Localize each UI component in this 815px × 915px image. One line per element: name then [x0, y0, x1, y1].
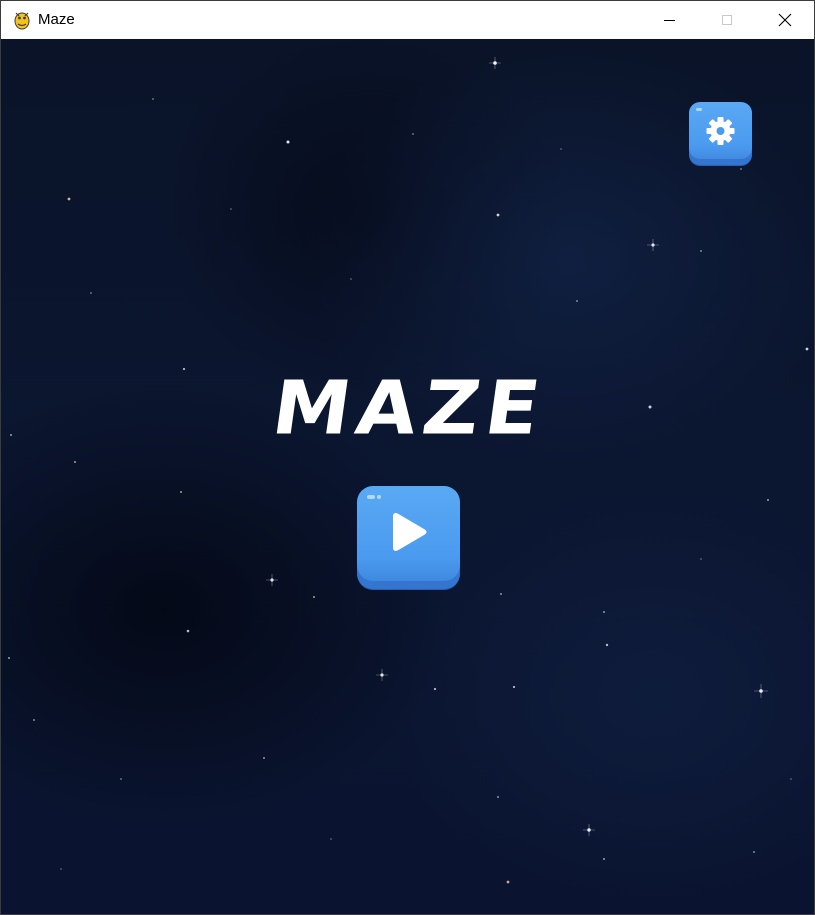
settings-button[interactable] [689, 102, 752, 165]
title-bar[interactable]: Maze [1, 1, 814, 39]
starfield-background [8, 57, 809, 884]
game-canvas[interactable]: MAZE [1, 39, 814, 914]
game-logo-title: MAZE [267, 366, 551, 452]
close-icon [778, 13, 792, 27]
play-button[interactable] [357, 486, 460, 589]
close-button[interactable] [756, 1, 814, 39]
gear-icon [706, 117, 735, 145]
window-title: Maze [38, 11, 75, 28]
minimize-icon [663, 19, 675, 21]
pygame-snake-icon [14, 12, 30, 30]
app-window: Maze MAZE [0, 0, 815, 915]
play-icon [393, 513, 427, 551]
maximize-icon [722, 15, 732, 25]
minimize-button[interactable] [640, 1, 698, 39]
maximize-button[interactable] [698, 1, 756, 39]
